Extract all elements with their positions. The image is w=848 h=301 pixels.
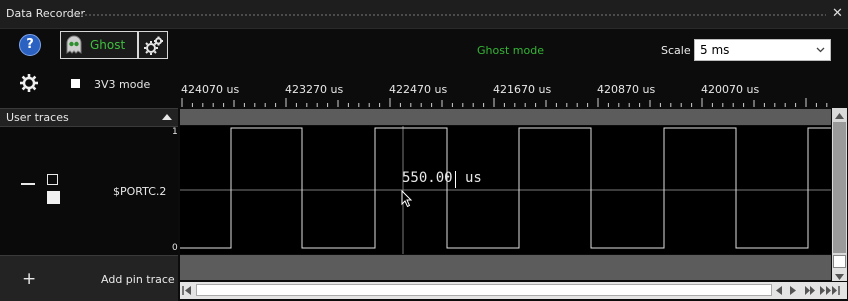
y-axis-low-label: 0	[172, 243, 178, 253]
mode-status: Ghost mode	[477, 44, 544, 57]
text-cursor	[455, 171, 456, 188]
v3-mode-checkbox[interactable]	[71, 79, 80, 88]
time-ruler: 424070 us 423270 us 422470 us 421670 us …	[180, 80, 830, 108]
level-low-icon	[47, 191, 60, 204]
scale-label: Scale	[661, 44, 691, 57]
title-bar: Data Recorder ✕	[0, 0, 848, 29]
gear-icon[interactable]	[19, 73, 39, 93]
help-icon[interactable]: ?	[19, 34, 41, 56]
trace-row[interactable]: $PORTC.2	[0, 126, 178, 255]
user-traces-header: User traces	[0, 108, 178, 126]
scroll-down-button[interactable]	[832, 268, 847, 281]
mouse-pointer-icon	[401, 190, 413, 208]
scroll-fast-forward-button[interactable]	[803, 284, 817, 297]
measurement-unit: us	[465, 170, 482, 186]
plot-bottom-band	[180, 255, 831, 280]
scroll-right-button[interactable]	[787, 284, 799, 297]
ghost-icon	[66, 35, 82, 54]
vertical-scroll-thumb[interactable]	[833, 122, 846, 253]
collapse-arrow-icon[interactable]	[162, 114, 172, 120]
plus-icon[interactable]: +	[22, 269, 36, 289]
waveform-svg	[180, 126, 831, 254]
scroll-first-button[interactable]	[180, 284, 194, 297]
scroll-up-button[interactable]	[832, 108, 847, 122]
remove-trace-icon[interactable]	[21, 183, 35, 185]
signal-trace	[180, 127, 831, 249]
waveform-plot[interactable]	[180, 126, 831, 254]
scale-select[interactable]: 5 ms	[694, 39, 831, 61]
drag-grip[interactable]	[72, 13, 826, 17]
horizontal-scroll-thumb[interactable]	[196, 284, 772, 296]
level-high-icon	[47, 174, 58, 185]
add-pin-trace-label[interactable]: Add pin trace	[101, 273, 175, 286]
v3-mode-label: 3V3 mode	[94, 78, 151, 91]
plot-top-band	[180, 109, 831, 125]
chevron-down-icon	[816, 47, 825, 53]
add-trace-row[interactable]: + Add pin trace	[0, 255, 178, 301]
scroll-left-button[interactable]	[773, 284, 785, 297]
ghost-button[interactable]: Ghost	[60, 31, 138, 59]
measurement-value: 550.00	[402, 170, 453, 186]
close-icon[interactable]: ✕	[832, 6, 843, 21]
ghost-label: Ghost	[90, 38, 126, 52]
ghost-settings-button[interactable]	[138, 31, 168, 59]
user-traces-label: User traces	[6, 111, 69, 124]
scroll-last-button[interactable]	[819, 284, 845, 297]
vertical-scroll-box[interactable]	[833, 255, 846, 268]
trace-name: $PORTC.2	[113, 185, 167, 198]
ruler-ticks	[181, 98, 828, 107]
gears-icon	[144, 36, 163, 55]
y-axis-high-label: 1	[172, 127, 178, 137]
scale-value: 5 ms	[700, 43, 730, 57]
